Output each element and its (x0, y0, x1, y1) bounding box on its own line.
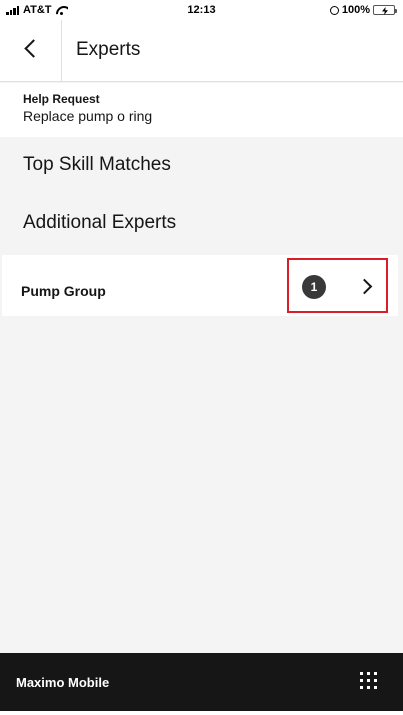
help-request-label: Help Request (23, 92, 100, 106)
chevron-right-icon (356, 278, 373, 295)
rotation-lock-icon (329, 5, 339, 15)
group-name: Pump Group (21, 283, 106, 299)
page-header: Experts (0, 20, 403, 82)
additional-experts-heading: Additional Experts (23, 212, 177, 233)
battery-icon (373, 5, 397, 15)
grid-icon (359, 671, 381, 690)
app-switcher-button[interactable] (359, 671, 381, 693)
help-request: Help Request Replace pump o ring (0, 83, 403, 137)
top-skill-matches-heading: Top Skill Matches (23, 154, 171, 175)
status-bar: AT&T 12:13 100% (0, 0, 403, 20)
app-name: Maximo Mobile (16, 675, 110, 690)
chevron-left-icon (24, 39, 43, 58)
bottom-strip (0, 711, 403, 715)
member-count-badge: 1 (302, 275, 326, 299)
help-request-value: Replace pump o ring (23, 108, 153, 124)
back-button[interactable] (0, 20, 62, 82)
status-right: 100% (329, 4, 397, 16)
screen: AT&T 12:13 100% Experts Help Request Rep… (0, 0, 403, 715)
expert-group-row[interactable]: Pump Group 1 (2, 255, 398, 316)
charging-bolt-icon (382, 7, 388, 15)
group-open-target[interactable]: 1 (287, 258, 388, 313)
page-title: Experts (76, 39, 141, 60)
bottom-bar: Maximo Mobile (0, 653, 403, 711)
battery-percent: 100% (341, 4, 370, 16)
